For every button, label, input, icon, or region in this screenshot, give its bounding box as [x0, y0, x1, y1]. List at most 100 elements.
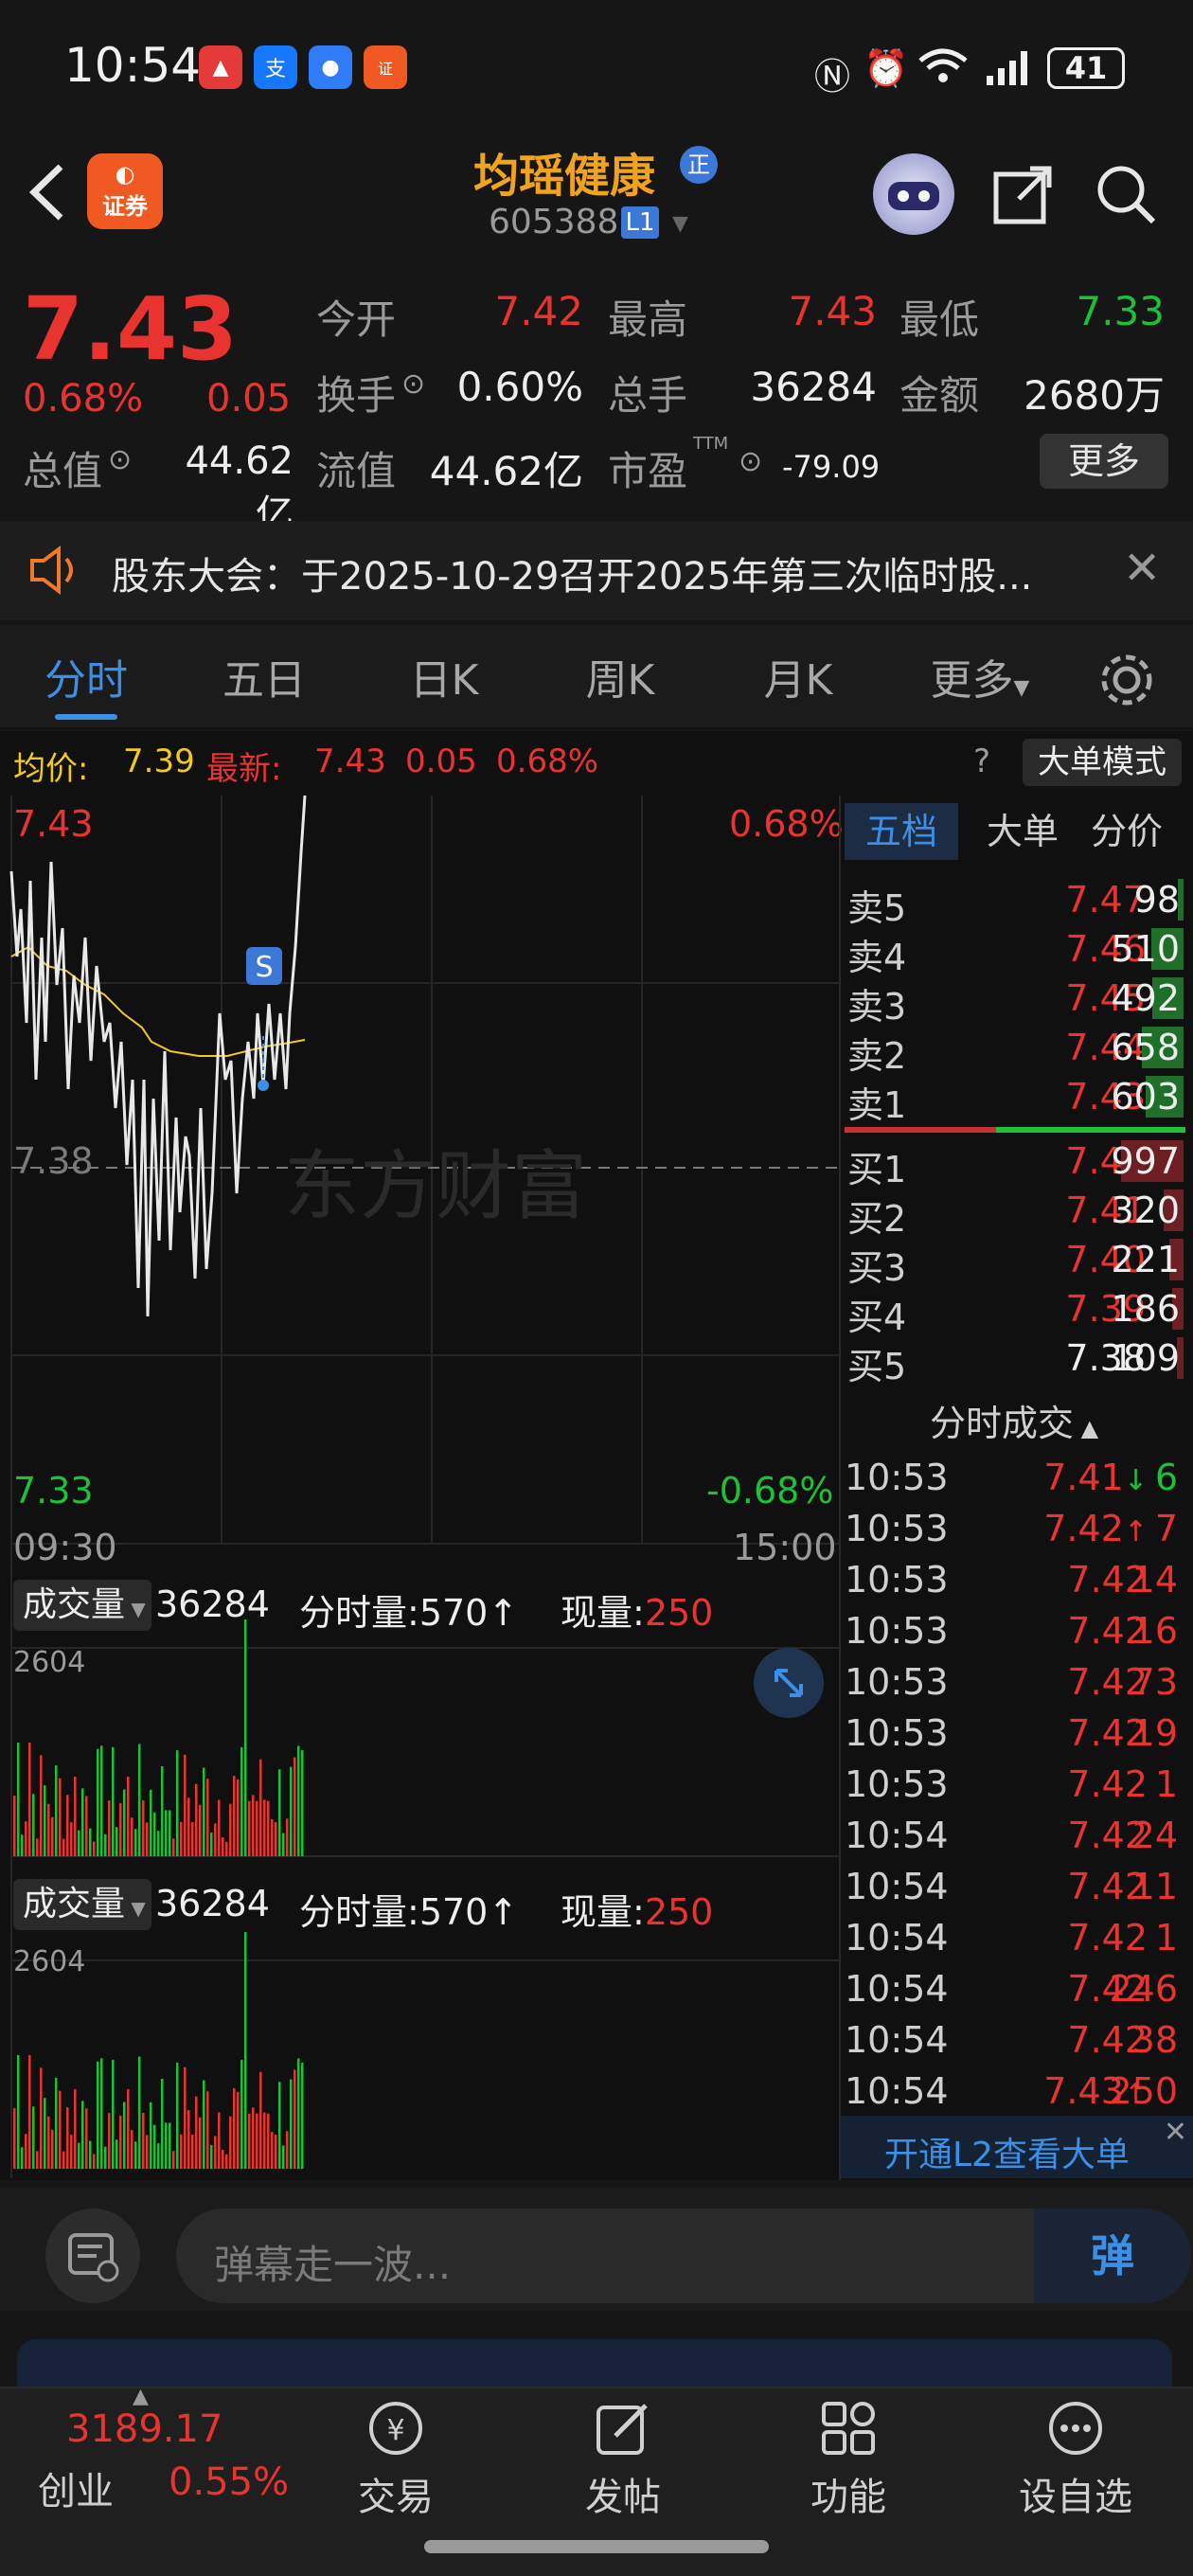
- close-icon[interactable]: ✕: [1123, 542, 1161, 595]
- bid-row[interactable]: 买4 7.39 186: [847, 1284, 1184, 1338]
- price-line: [9, 796, 307, 1317]
- index-pct[interactable]: 0.55%: [169, 2460, 289, 2504]
- danmu-send-button[interactable]: 弹: [1034, 2209, 1191, 2303]
- big-order-mode-button[interactable]: 大单模式: [1023, 739, 1182, 786]
- volume-selector-1[interactable]: 成交量 ▼: [13, 1580, 151, 1631]
- tab-monthly-k[interactable]: 月K: [727, 646, 869, 707]
- notice-bar[interactable]: 股东大会：于2025-10-29召开2025年第三次临时股... ✕: [0, 521, 1193, 620]
- bid-row[interactable]: 买5 7.38 109: [847, 1333, 1184, 1387]
- volume-bar: [13, 1796, 16, 1856]
- volume-bar: [252, 1795, 255, 1856]
- ask-row[interactable]: 卖4 7.46 510: [847, 924, 1184, 978]
- tick-row: 10:54 7.42 38: [845, 2013, 1184, 2064]
- volume-bar: [81, 1788, 84, 1856]
- volume-bar: [104, 2146, 107, 2169]
- nav-add-watchlist[interactable]: 设自选: [1009, 2398, 1142, 2521]
- nav-trade[interactable]: ¥ 交易: [329, 2398, 462, 2521]
- volume-bar: [25, 2134, 27, 2169]
- ask-row[interactable]: 卖1 7.43 603: [847, 1072, 1184, 1126]
- tick-price: 7.42↑: [1043, 1508, 1148, 1549]
- volume-bar: [97, 1748, 99, 1856]
- signal-icon: [985, 49, 1034, 87]
- volume-bar: [93, 1841, 96, 1856]
- volume-total-2: 36284: [155, 1883, 270, 1924]
- back-button[interactable]: [21, 159, 78, 225]
- volume-bar: [237, 2091, 240, 2169]
- volume-bar: [282, 2145, 285, 2169]
- tab-five-level[interactable]: 五档: [845, 803, 958, 860]
- volume-bar: [55, 2078, 58, 2169]
- tab-five-day[interactable]: 五日: [193, 646, 335, 707]
- tick-price: 7.42: [1067, 1815, 1148, 1856]
- bid-row[interactable]: 买1 7.42 997: [847, 1136, 1184, 1190]
- ticks-title[interactable]: 分时成交 ▲: [845, 1394, 1184, 1446]
- nav-functions[interactable]: 功能: [782, 2398, 915, 2521]
- volume-bar: [127, 2089, 130, 2169]
- ask-row[interactable]: 卖2 7.44 658: [847, 1023, 1184, 1077]
- open-value: 7.42: [494, 288, 583, 334]
- expand-icon[interactable]: [754, 1648, 824, 1718]
- tick-time: 10:54: [845, 1815, 949, 1856]
- volume-bar: [108, 1800, 111, 1856]
- index-name[interactable]: 创业: [38, 2460, 114, 2515]
- ask-row[interactable]: 卖3 7.45 492: [847, 974, 1184, 1028]
- tab-daily-k[interactable]: 日K: [373, 646, 515, 707]
- volume-bar: [176, 1750, 179, 1856]
- index-value[interactable]: 3189.17: [66, 2407, 223, 2451]
- volume-bar: [187, 1798, 190, 1856]
- tick-time: 10:53: [845, 1661, 949, 1703]
- search-icon[interactable]: [1093, 161, 1159, 227]
- volume-bar: [66, 2107, 69, 2169]
- volume-bar: [210, 1833, 213, 1856]
- ask-volume: 510: [1111, 928, 1180, 970]
- volume-bar: [62, 2151, 65, 2169]
- volume-bar: [252, 2107, 255, 2169]
- tick-volume: 11: [1131, 1866, 1178, 1907]
- volume-bar: [123, 1789, 126, 1856]
- bid-row[interactable]: 买2 7.41 320: [847, 1186, 1184, 1240]
- tab-intraday[interactable]: 分时: [15, 646, 157, 707]
- settings-icon[interactable]: [1098, 652, 1155, 708]
- volume-bar: [116, 1827, 118, 1856]
- nav-post[interactable]: 发帖: [557, 2398, 689, 2521]
- tick-time: 10:54: [845, 2019, 949, 2061]
- volume-bar: [13, 2108, 16, 2169]
- turnover-info-icon[interactable]: ⊙: [401, 367, 425, 401]
- tab-big-order[interactable]: 大单: [966, 803, 1079, 860]
- volume-selector-2[interactable]: 成交量 ▼: [13, 1879, 151, 1930]
- volume-bar: [275, 2134, 277, 2169]
- app-notify-icon: ▲: [199, 45, 242, 89]
- stock-name: 均瑶健康: [473, 150, 656, 203]
- l2-banner[interactable]: 开通L2查看大单 ✕: [841, 2116, 1193, 2178]
- tick-price: 7.42: [1067, 1866, 1148, 1907]
- volume-bar: [301, 2063, 304, 2169]
- share-icon[interactable]: [990, 161, 1057, 227]
- tab-weekly-k[interactable]: 周K: [549, 646, 691, 707]
- tick-volume: 14: [1131, 1559, 1178, 1601]
- code-dropdown-icon[interactable]: ▼: [672, 212, 688, 236]
- tick-time: 10:53: [845, 1610, 949, 1652]
- volume-bar: [55, 1765, 58, 1856]
- help-icon[interactable]: ?: [973, 742, 990, 780]
- tick-volume: 250: [1109, 2070, 1178, 2112]
- tab-price-dist[interactable]: 分价: [1070, 803, 1184, 860]
- tab-more[interactable]: 更多▼: [909, 646, 1051, 707]
- pe-info-icon[interactable]: ⊙: [739, 445, 762, 478]
- bid-row[interactable]: 买3 7.40 221: [847, 1235, 1184, 1289]
- tick-volume: 7: [1154, 1508, 1178, 1549]
- danmu-toggle-icon[interactable]: [45, 2209, 140, 2303]
- home-indicator[interactable]: [424, 2540, 769, 2553]
- tick-time: 10:54: [845, 1968, 949, 2010]
- volume-bar: [100, 1745, 103, 1856]
- mcap-info-icon[interactable]: ⊙: [108, 443, 132, 476]
- ask-volume: 492: [1111, 977, 1180, 1019]
- volume-bar: [59, 2090, 62, 2169]
- robot-assistant-icon[interactable]: [873, 153, 954, 235]
- ask-label: 卖5: [847, 887, 907, 929]
- l2-close-icon[interactable]: ✕: [1164, 2116, 1187, 2149]
- ask-row[interactable]: 卖5 7.47 98: [847, 875, 1184, 929]
- tick-price: 7.42: [1067, 1763, 1148, 1805]
- promo-banner[interactable]: [17, 2339, 1172, 2387]
- index-up-icon: ▲: [133, 2385, 149, 2408]
- more-button[interactable]: 更多: [1040, 434, 1168, 489]
